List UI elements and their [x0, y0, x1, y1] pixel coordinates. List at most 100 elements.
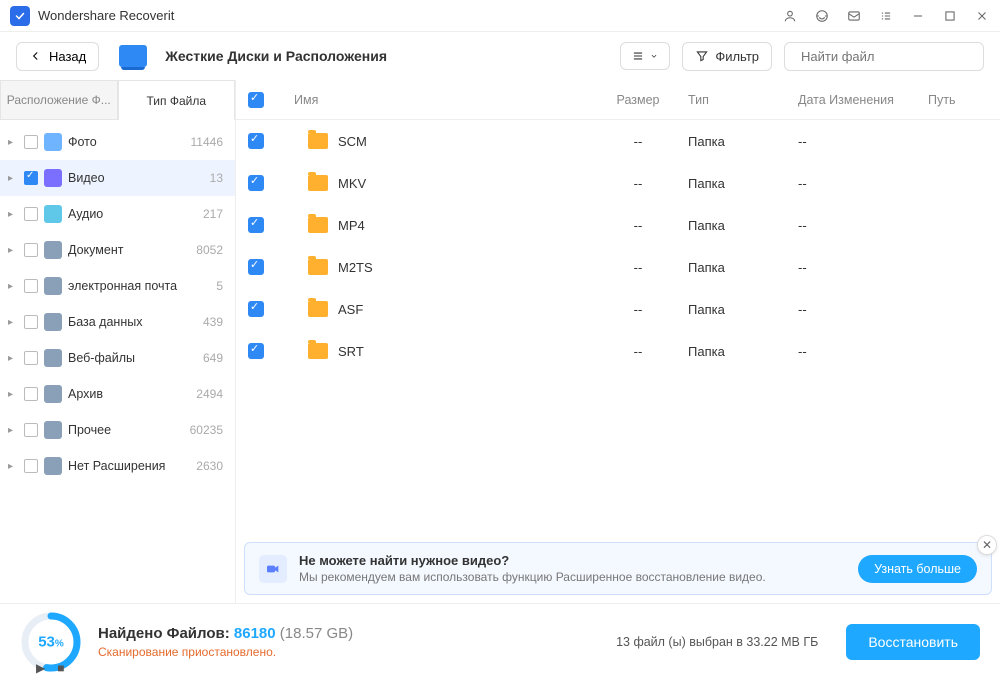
sidebar-item-нет-расширения[interactable]: ▸Нет Расширения2630	[0, 448, 235, 484]
row-type: Папка	[688, 344, 798, 359]
sidebar-checkbox[interactable]	[24, 459, 38, 473]
titlebar: Wondershare Recoverit	[0, 0, 1000, 32]
select-all-checkbox[interactable]	[248, 92, 264, 108]
tip-subtitle: Мы рекомендуем вам использовать функцию …	[299, 570, 846, 584]
recover-button[interactable]: Восстановить	[846, 624, 980, 660]
toolbar: Назад Жесткие Диски и Расположения Фильт…	[0, 32, 1000, 80]
sidebar-item-архив[interactable]: ▸Архив2494	[0, 376, 235, 412]
account-icon[interactable]	[782, 8, 798, 24]
tab-filetype[interactable]: Тип Файла	[118, 80, 236, 120]
row-name: MP4	[338, 218, 365, 233]
table-row[interactable]: ASF--Папка--	[236, 288, 1000, 330]
category-icon	[44, 169, 62, 187]
chevron-right-icon: ▸	[8, 173, 18, 184]
row-size: --	[588, 302, 688, 317]
chevron-right-icon: ▸	[8, 389, 18, 400]
row-type: Папка	[688, 134, 798, 149]
tab-location[interactable]: Расположение Ф...	[0, 80, 118, 120]
sidebar-item-прочее[interactable]: ▸Прочее60235	[0, 412, 235, 448]
sidebar-checkbox[interactable]	[24, 207, 38, 221]
row-checkbox[interactable]	[248, 175, 264, 191]
row-size: --	[588, 134, 688, 149]
header-name[interactable]: Имя	[278, 93, 588, 107]
sidebar-item-веб-файлы[interactable]: ▸Веб-файлы649	[0, 340, 235, 376]
row-checkbox[interactable]	[248, 217, 264, 233]
sidebar-item-документ[interactable]: ▸Документ8052	[0, 232, 235, 268]
category-icon	[44, 241, 62, 259]
support-icon[interactable]	[814, 8, 830, 24]
category-icon	[44, 277, 62, 295]
sidebar-checkbox[interactable]	[24, 135, 38, 149]
row-date: --	[798, 218, 928, 233]
sidebar-item-count: 60235	[190, 423, 223, 437]
sidebar-checkbox[interactable]	[24, 351, 38, 365]
search-input[interactable]	[801, 49, 977, 64]
filter-button[interactable]: Фильтр	[682, 42, 772, 71]
stop-button[interactable]: ■	[57, 661, 64, 675]
sidebar-item-фото[interactable]: ▸Фото11446	[0, 124, 235, 160]
chevron-right-icon: ▸	[8, 317, 18, 328]
arrow-left-icon	[29, 49, 43, 63]
sidebar-item-электронная-почта[interactable]: ▸электронная почта5	[0, 268, 235, 304]
row-name: ASF	[338, 302, 363, 317]
breadcrumb: Жесткие Диски и Расположения	[165, 48, 387, 64]
sidebar-checkbox[interactable]	[24, 171, 38, 185]
found-count: 86180	[234, 625, 276, 642]
row-checkbox[interactable]	[248, 133, 264, 149]
minimize-button[interactable]	[910, 8, 926, 24]
row-date: --	[798, 260, 928, 275]
sidebar-item-база-данных[interactable]: ▸ База данных 439	[0, 304, 235, 340]
sidebar-checkbox[interactable]	[24, 315, 38, 329]
sidebar-checkbox[interactable]	[24, 279, 38, 293]
sidebar-item-count: 649	[203, 351, 223, 365]
row-size: --	[588, 260, 688, 275]
row-checkbox[interactable]	[248, 259, 264, 275]
folder-icon	[308, 343, 328, 359]
header-path[interactable]: Путь	[928, 93, 988, 107]
folder-icon	[308, 133, 328, 149]
chevron-down-icon	[649, 49, 659, 63]
play-button[interactable]: ▶	[36, 661, 45, 675]
table-header: Имя Размер Тип Дата Изменения Путь	[236, 80, 1000, 120]
row-name: MKV	[338, 176, 366, 191]
table-row[interactable]: MKV--Папка--	[236, 162, 1000, 204]
category-icon	[44, 205, 62, 223]
sidebar-list: ▸Фото11446▸Видео13▸Аудио217▸Документ8052…	[0, 120, 235, 603]
sidebar-item-label: Архив	[68, 387, 190, 401]
chevron-right-icon: ▸	[8, 425, 18, 436]
sidebar-item-count: 439	[203, 315, 223, 329]
table-row[interactable]: SCM--Папка--	[236, 120, 1000, 162]
table-row[interactable]: SRT--Папка--	[236, 330, 1000, 372]
file-table: Имя Размер Тип Дата Изменения Путь SCM--…	[236, 80, 1000, 603]
row-type: Папка	[688, 260, 798, 275]
sidebar: Расположение Ф... Тип Файла ▸Фото11446▸В…	[0, 80, 236, 603]
table-row[interactable]: M2TS --Папка--	[236, 246, 1000, 288]
row-checkbox[interactable]	[248, 343, 264, 359]
header-date[interactable]: Дата Изменения	[798, 93, 928, 107]
menu-icon[interactable]	[878, 8, 894, 24]
back-button[interactable]: Назад	[16, 42, 99, 71]
sidebar-checkbox[interactable]	[24, 243, 38, 257]
header-type[interactable]: Тип	[688, 93, 798, 107]
sidebar-checkbox[interactable]	[24, 387, 38, 401]
sidebar-item-label: Видео	[68, 171, 204, 185]
table-row[interactable]: MP4--Папка--	[236, 204, 1000, 246]
sidebar-checkbox[interactable]	[24, 423, 38, 437]
tip-learn-more-button[interactable]: Узнать больше	[858, 555, 977, 583]
feedback-icon[interactable]	[846, 8, 862, 24]
maximize-button[interactable]	[942, 8, 958, 24]
sidebar-item-label: База данных	[68, 315, 197, 329]
row-name: SRT	[338, 344, 364, 359]
row-checkbox[interactable]	[248, 301, 264, 317]
sidebar-item-видео[interactable]: ▸Видео13	[0, 160, 235, 196]
tip-close-button[interactable]: ✕	[977, 535, 997, 555]
row-name: M2TS	[338, 260, 373, 275]
sidebar-item-label: электронная почта	[68, 279, 210, 293]
header-size[interactable]: Размер	[588, 93, 688, 107]
search-box[interactable]	[784, 42, 984, 71]
view-mode-button[interactable]	[620, 42, 670, 70]
close-button[interactable]	[974, 8, 990, 24]
sidebar-item-аудио[interactable]: ▸Аудио217	[0, 196, 235, 232]
video-icon	[259, 555, 287, 583]
scan-status: Сканирование приостановлено.	[98, 645, 600, 659]
